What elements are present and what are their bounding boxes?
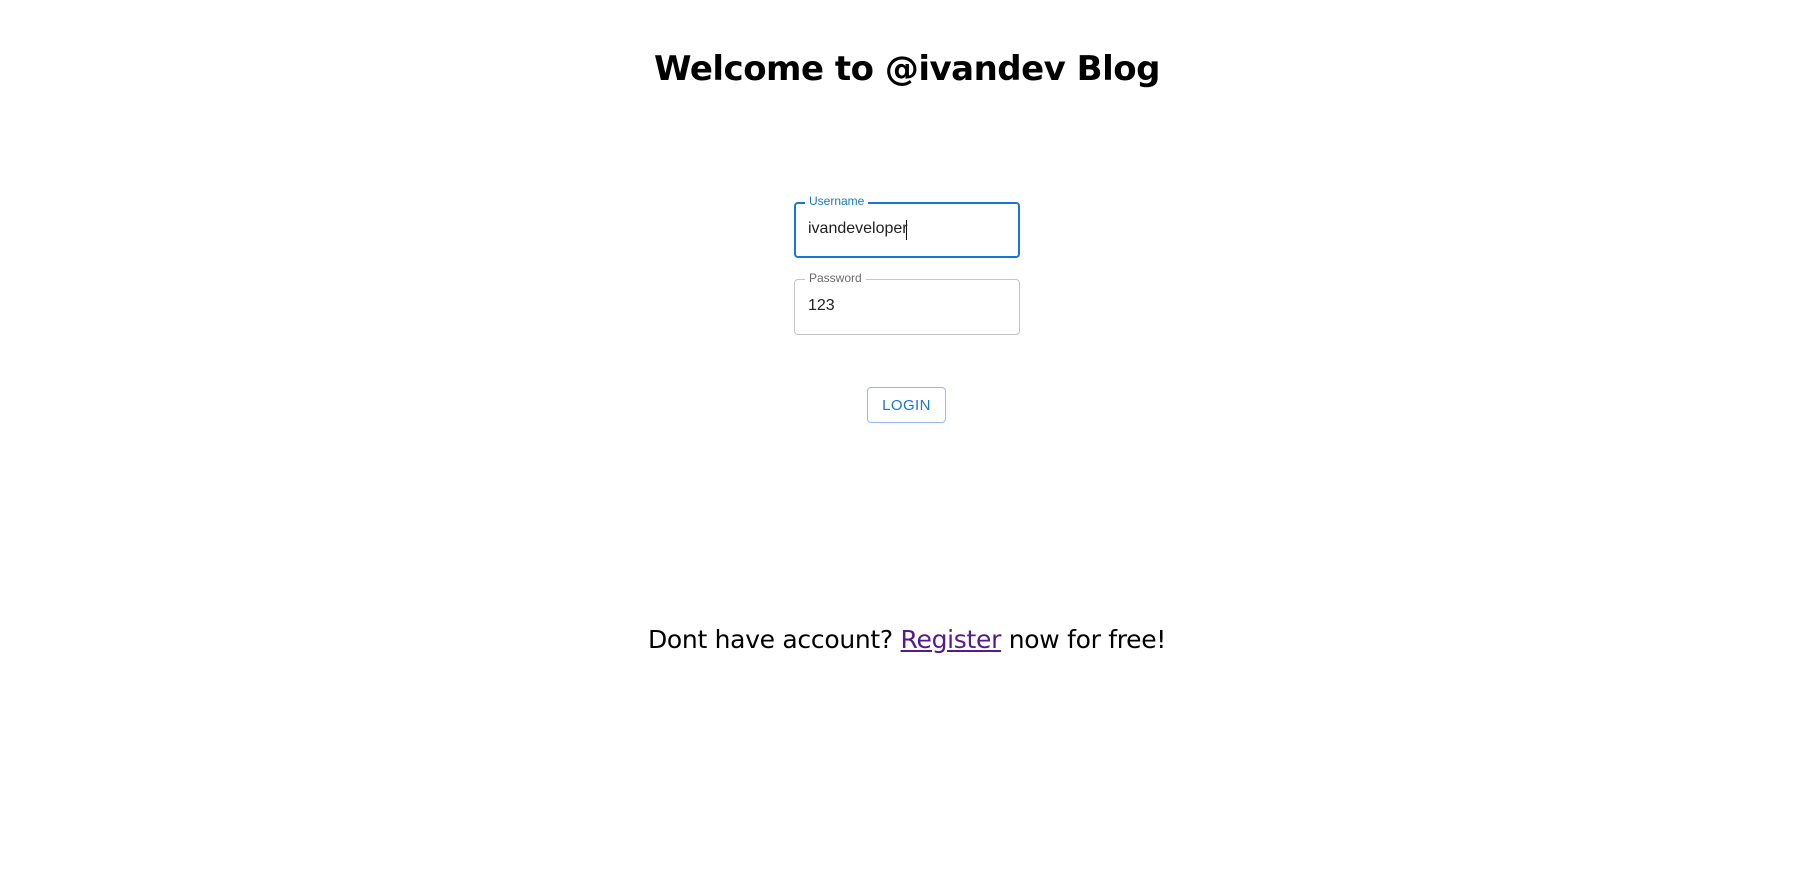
password-label: Password	[805, 271, 866, 285]
page-title: Welcome to @ivandev Blog	[654, 49, 1160, 89]
login-page: Welcome to @ivandev Blog Username Passwo…	[0, 0, 1814, 871]
register-prompt: Dont have account? Register now for free…	[0, 622, 1814, 658]
text-cursor	[906, 220, 907, 240]
password-field[interactable]: Password	[794, 271, 1020, 335]
register-prompt-suffix: now for free!	[1008, 625, 1167, 654]
register-prompt-prefix: Dont have account?	[647, 625, 893, 654]
username-input[interactable]	[808, 219, 1006, 239]
username-field[interactable]: Username	[794, 194, 1020, 258]
register-link[interactable]: Register	[901, 625, 1002, 654]
login-button[interactable]: LOGIN	[867, 387, 946, 423]
username-label: Username	[805, 194, 869, 208]
password-input[interactable]	[808, 296, 1006, 316]
